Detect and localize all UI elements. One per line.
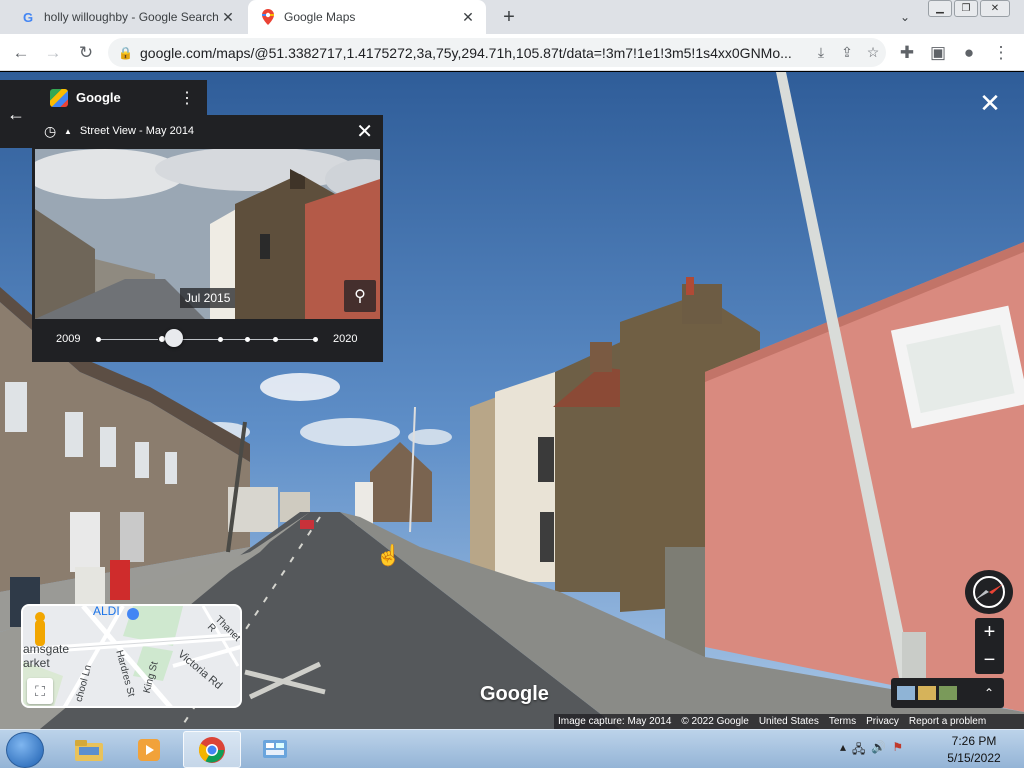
taskbar-control-panel-icon[interactable]	[246, 731, 304, 768]
mini-map[interactable]: ALDI amsgate arket Victoria Rd Thanet R …	[21, 604, 242, 708]
clock-time: 7:26 PM	[951, 734, 997, 748]
action-center-flag-icon[interactable]: ⚑	[892, 740, 903, 761]
kebab-menu-icon[interactable]: ⋮	[988, 40, 1014, 66]
close-icon[interactable]: ✕	[356, 119, 373, 144]
slider-tick[interactable]	[273, 337, 278, 342]
new-tab-icon[interactable]: +	[498, 6, 520, 28]
compass-needle	[973, 576, 1005, 608]
taskbar-chrome-icon[interactable]	[183, 731, 241, 768]
slider-start-year: 2009	[56, 333, 81, 345]
svg-text:☝: ☝	[376, 543, 401, 567]
forward-arrow-icon[interactable]: →	[40, 40, 66, 66]
zoom-out-icon[interactable]: −	[975, 646, 1004, 674]
maps-card-title: Google	[76, 90, 121, 105]
google-watermark: Google	[480, 683, 549, 705]
maps-footer: Image capture: May 2014 © 2022 Google Un…	[554, 714, 1024, 729]
thumbnail-date: Jul 2015	[180, 288, 236, 308]
chevron-down-icon[interactable]: ⌄	[896, 8, 914, 26]
taskbar: ▴ 🖧 🔊 ⚑ 7:26 PM 5/15/2022	[0, 729, 1024, 768]
share-icon[interactable]: ⇪	[834, 44, 860, 61]
image-capture-date: Image capture: May 2014	[558, 716, 672, 727]
extensions-puzzle-icon[interactable]: ✚	[894, 40, 920, 66]
time-panel-header: ◷ ▲ Street View - May 2014 ✕	[32, 115, 383, 147]
slider-thumb[interactable]	[165, 329, 183, 347]
imagery-layers-strip[interactable]: ⌃	[891, 678, 1004, 708]
profile-avatar-icon[interactable]: ●	[956, 40, 982, 66]
tab-google-search[interactable]: G holly willoughby - Google Search ✕	[8, 0, 246, 34]
maps-header-card: Google ⋮	[32, 80, 207, 115]
terms-link[interactable]: Terms	[829, 716, 856, 727]
google-maps-pin-icon	[260, 9, 276, 25]
zoom-in-icon[interactable]: +	[975, 618, 1004, 646]
clock-date: 5/15/2022	[947, 751, 1001, 765]
side-panel-icon[interactable]: ▣	[925, 40, 951, 66]
taskbar-explorer-folder-icon[interactable]	[60, 731, 118, 768]
layer-thumbnail[interactable]	[918, 686, 936, 700]
report-problem-link[interactable]: Report a problem	[909, 716, 986, 727]
country-link[interactable]: United States	[759, 716, 819, 727]
slider-track[interactable]	[97, 339, 317, 340]
network-icon[interactable]: 🖧	[852, 740, 865, 761]
layer-thumbnail[interactable]	[939, 686, 957, 700]
zoom-in-magnifier-icon[interactable]: ⚲	[344, 280, 376, 312]
window-controls: ▁ ❐ ✕	[928, 0, 1010, 18]
bookmark-star-icon[interactable]: ☆	[860, 44, 886, 61]
privacy-link[interactable]: Privacy	[866, 716, 899, 727]
street-view-date-label: Street View - May 2014	[79, 125, 195, 137]
close-icon[interactable]: ✕	[978, 88, 1002, 118]
restore-icon[interactable]: ❐	[954, 0, 978, 17]
tab-close-icon[interactable]: ✕	[458, 7, 478, 27]
google-g-icon: G	[22, 9, 34, 25]
start-button-windows-icon[interactable]	[6, 732, 44, 768]
screen: G holly willoughby - Google Search ✕ Goo…	[0, 0, 1024, 768]
zoom-controls: + −	[975, 618, 1004, 674]
browser-toolbar: ← → ↻ 🔒 google.com/maps/@51.3382717,1.41…	[0, 34, 1024, 71]
url-text[interactable]: google.com/maps/@51.3382717,1.4175272,3a…	[140, 45, 808, 61]
layer-thumbnail[interactable]	[897, 686, 915, 700]
minimize-icon[interactable]: ▁	[928, 0, 952, 17]
install-icon[interactable]: ⤓	[808, 44, 834, 61]
history-clock-icon[interactable]: ◷	[44, 123, 64, 140]
mini-map-label: arket	[23, 656, 50, 670]
reload-icon[interactable]: ↻	[73, 40, 99, 66]
chevron-up-icon[interactable]: ⌃	[984, 686, 994, 700]
street-view-time-panel: ◷ ▲ Street View - May 2014 ✕ Jul 2015 ⚲ …	[32, 115, 383, 362]
slider-tick[interactable]	[245, 337, 250, 342]
slider-tick[interactable]	[313, 337, 318, 342]
google-maps-logo-icon	[50, 88, 68, 107]
tab-close-icon[interactable]: ✕	[218, 7, 238, 27]
compass-icon[interactable]	[965, 570, 1013, 614]
mini-map-label: amsgate	[23, 642, 70, 656]
back-arrow-icon[interactable]: ←	[0, 80, 32, 148]
taskbar-media-player-icon[interactable]	[120, 731, 178, 768]
expand-map-icon[interactable]: ⛶	[27, 678, 53, 704]
lock-icon: 🔒	[118, 45, 133, 60]
mini-map-label-aldi: ALDI	[93, 604, 120, 618]
tab-title: holly willoughby - Google Search	[44, 10, 218, 24]
system-tray: ▴ 🖧 🔊 ⚑	[840, 740, 903, 761]
tab-title: Google Maps	[284, 10, 356, 24]
time-thumbnail[interactable]: Jul 2015 ⚲	[35, 149, 380, 319]
year-slider[interactable]: 2009 2020	[32, 325, 383, 355]
volume-icon[interactable]: 🔊	[871, 740, 886, 761]
slider-tick[interactable]	[96, 337, 101, 342]
copyright-text: © 2022 Google	[681, 716, 749, 727]
slider-tick[interactable]	[218, 337, 223, 342]
caret-up-icon[interactable]: ▲	[64, 127, 72, 136]
browser-tabstrip: G holly willoughby - Google Search ✕ Goo…	[0, 0, 1024, 34]
tab-google-maps[interactable]: Google Maps ✕	[248, 0, 486, 34]
slider-end-year: 2020	[333, 333, 358, 345]
more-vert-icon[interactable]: ⋮	[179, 88, 195, 108]
address-bar[interactable]: 🔒 google.com/maps/@51.3382717,1.4175272,…	[108, 38, 886, 67]
window-close-icon[interactable]: ✕	[980, 0, 1010, 17]
back-arrow-icon[interactable]: ←	[8, 40, 34, 66]
system-clock[interactable]: 7:26 PM 5/15/2022	[944, 733, 1004, 767]
tray-up-arrow-icon[interactable]: ▴	[840, 740, 846, 761]
